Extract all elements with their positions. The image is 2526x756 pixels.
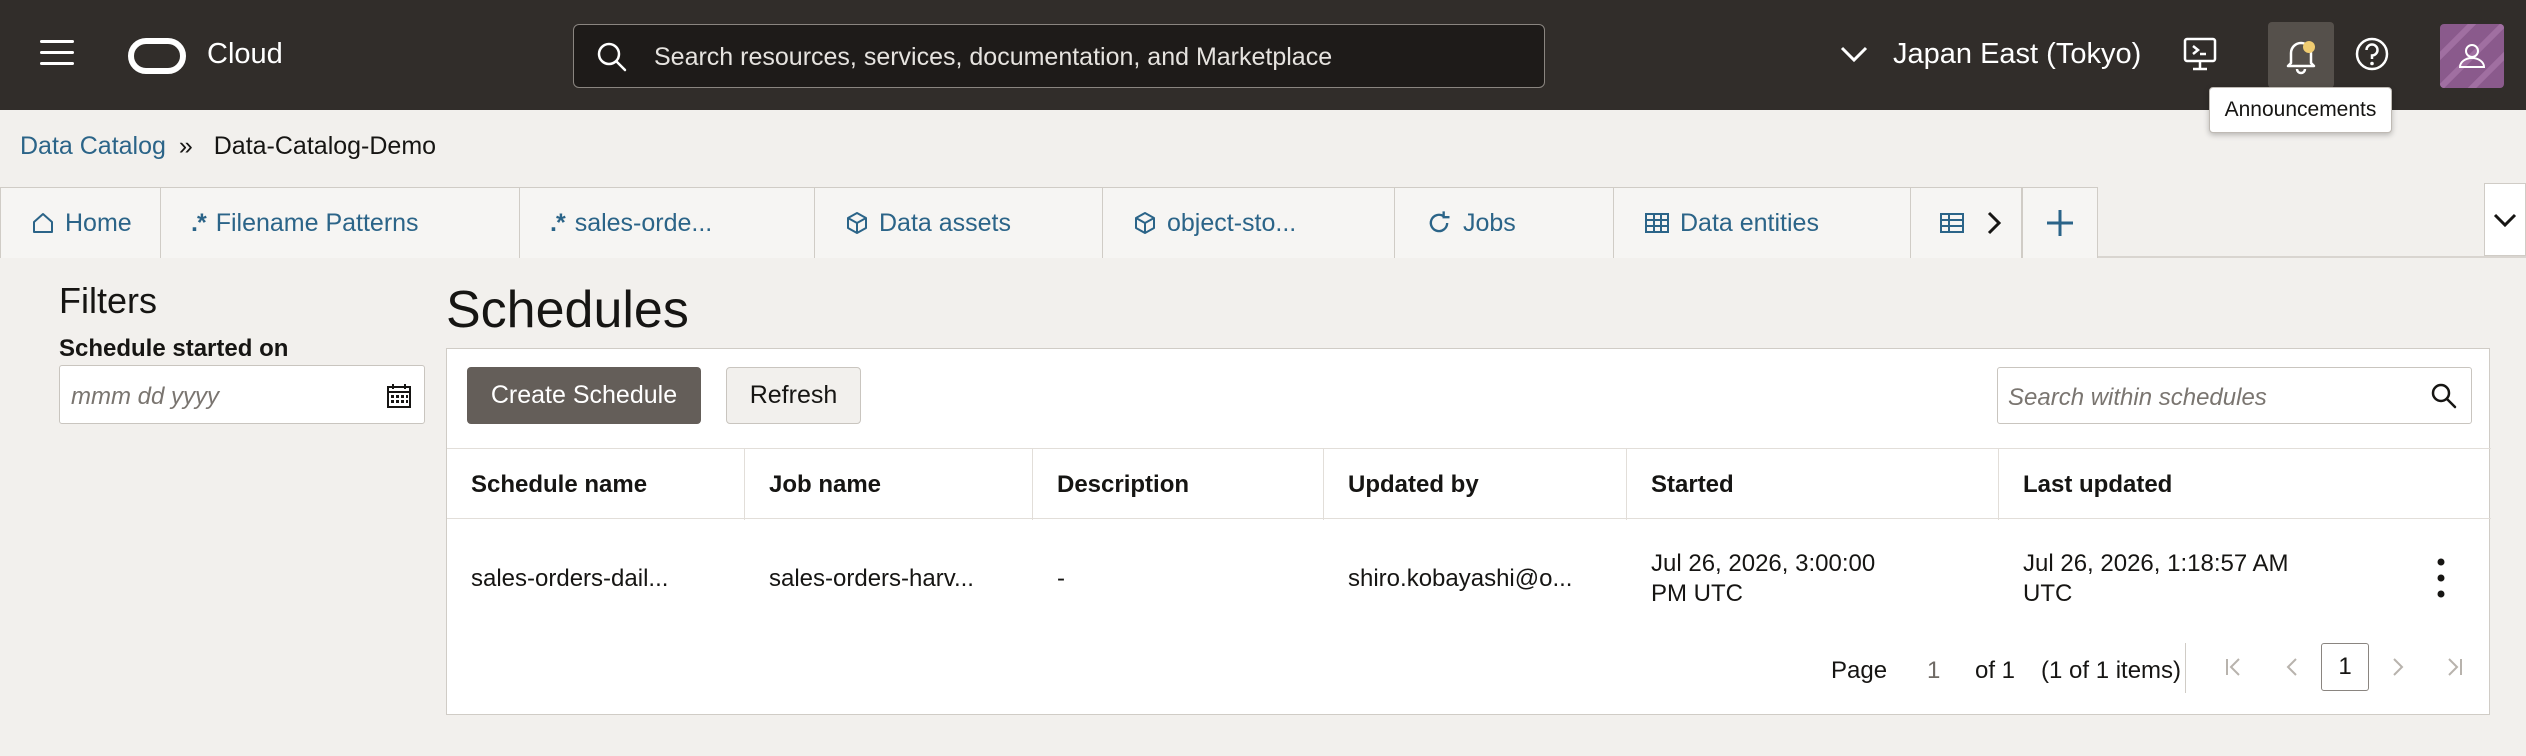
add-tab-button[interactable] bbox=[2022, 187, 2098, 258]
column-header-description[interactable]: Description bbox=[1033, 449, 1324, 520]
home-icon bbox=[33, 213, 53, 233]
schedules-search-input[interactable]: Search within schedules bbox=[1997, 367, 2472, 424]
column-header-last-updated[interactable]: Last updated bbox=[1999, 449, 2491, 520]
schedules-search-placeholder: Search within schedules bbox=[2008, 384, 2267, 411]
cell-description: - bbox=[1057, 564, 1065, 592]
announcements-button[interactable] bbox=[2268, 22, 2334, 88]
tab-label: Filename Patterns bbox=[215, 208, 419, 237]
global-search-input[interactable]: Search resources, services, documentatio… bbox=[573, 24, 1545, 88]
last-page-icon[interactable] bbox=[2443, 655, 2465, 679]
schedule-started-date-input[interactable]: mmm dd yyyy bbox=[59, 365, 425, 424]
page-title: Schedules bbox=[446, 281, 689, 339]
tab-sales-orders[interactable]: .* sales-orde... bbox=[519, 187, 815, 258]
page-number-button[interactable]: 1 bbox=[2321, 643, 2369, 691]
tab-data-assets[interactable]: Data assets bbox=[814, 187, 1103, 258]
column-header-job-name[interactable]: Job name bbox=[745, 449, 1033, 520]
cell-job-name[interactable]: sales-orders-harv... bbox=[745, 520, 1033, 637]
logo-text[interactable]: Cloud bbox=[207, 38, 283, 71]
pagination: Page 1 of 1 (1 of 1 items) 1 bbox=[447, 639, 2491, 699]
tab-home[interactable]: Home bbox=[0, 187, 161, 258]
page-total: of 1 bbox=[1975, 657, 2016, 684]
tab-overflow[interactable] bbox=[1910, 187, 2022, 258]
create-schedule-button[interactable]: Create Schedule bbox=[467, 367, 701, 424]
column-header-schedule-name[interactable]: Schedule name bbox=[447, 449, 745, 520]
column-header-started[interactable]: Started bbox=[1627, 449, 1999, 520]
calendar-icon[interactable] bbox=[386, 383, 412, 409]
tab-label: Home bbox=[65, 208, 132, 237]
cube-icon bbox=[847, 212, 867, 234]
pager-divider bbox=[2185, 643, 2186, 693]
top-navigation-bar: Cloud Search resources, services, docume… bbox=[0, 0, 2526, 110]
cloud-shell-icon[interactable] bbox=[2178, 32, 2222, 76]
oracle-logo-icon[interactable] bbox=[128, 38, 186, 74]
cell-started: Jul 26, 2026, 3:00:00 PM UTC bbox=[1651, 549, 1876, 607]
table-icon bbox=[1645, 213, 1669, 233]
chevron-down-icon[interactable] bbox=[1838, 42, 1870, 66]
filters-heading: Filters bbox=[59, 280, 157, 321]
breadcrumb-current: Data-Catalog-Demo bbox=[213, 132, 437, 160]
region-selector[interactable]: Japan East (Tokyo) bbox=[1893, 38, 2141, 71]
global-search-placeholder: Search resources, services, documentatio… bbox=[654, 43, 1333, 71]
search-icon[interactable] bbox=[2430, 382, 2458, 410]
cell-schedule-name[interactable]: sales-orders-dail... bbox=[447, 520, 745, 637]
table-row: sales-orders-dail... sales-orders-harv..… bbox=[447, 520, 2491, 637]
tab-label: sales-orde... bbox=[574, 208, 713, 237]
tab-label: Jobs bbox=[1463, 208, 1516, 237]
tab-jobs[interactable]: Jobs bbox=[1394, 187, 1614, 258]
previous-page-icon[interactable] bbox=[2281, 655, 2303, 679]
page-label: Page bbox=[1831, 657, 1888, 684]
user-icon bbox=[2440, 24, 2504, 88]
first-page-icon[interactable] bbox=[2223, 655, 2245, 679]
tab-label: object-sto... bbox=[1167, 208, 1297, 237]
announcements-tooltip: Announcements bbox=[2209, 87, 2392, 133]
items-count: (1 of 1 items) bbox=[2041, 657, 2182, 684]
tab-bar: Home .* Filename Patterns .* sales-orde.… bbox=[0, 187, 2526, 258]
schedule-started-label: Schedule started on bbox=[59, 335, 289, 362]
schedules-panel: Create Schedule Refresh Search within sc… bbox=[446, 348, 2491, 715]
chevron-right-icon[interactable] bbox=[1983, 210, 2005, 236]
help-icon[interactable] bbox=[2350, 32, 2394, 76]
menu-icon[interactable] bbox=[40, 40, 74, 70]
current-page-input[interactable]: 1 bbox=[1927, 657, 1940, 685]
tab-label: Data assets bbox=[879, 208, 1012, 237]
table-icon bbox=[1940, 213, 1964, 233]
cell-updated-by: shiro.kobayashi@o... bbox=[1348, 564, 1573, 592]
tab-label: Data entities bbox=[1680, 208, 1819, 237]
refresh-button[interactable]: Refresh bbox=[726, 367, 861, 424]
row-actions-kebab-icon[interactable] bbox=[2429, 556, 2453, 600]
bell-icon bbox=[2286, 41, 2316, 75]
tab-object-storage[interactable]: object-sto... bbox=[1102, 187, 1395, 258]
tab-data-entities[interactable]: Data entities bbox=[1613, 187, 1911, 258]
regex-icon: .* bbox=[191, 208, 207, 237]
tabs-menu-button[interactable] bbox=[2484, 183, 2526, 256]
breadcrumb: Data Catalog » Data-Catalog-Demo bbox=[20, 132, 436, 161]
column-header-updated-by[interactable]: Updated by bbox=[1324, 449, 1627, 520]
user-avatar[interactable] bbox=[2440, 24, 2504, 88]
table-header: Schedule name Job name Description Updat… bbox=[447, 448, 2491, 520]
refresh-icon bbox=[1429, 211, 1450, 233]
plus-icon bbox=[2047, 210, 2073, 236]
cube-icon bbox=[1135, 212, 1155, 234]
cell-last-updated: Jul 26, 2026, 1:18:57 AM UTC bbox=[2023, 549, 2289, 607]
breadcrumb-separator: » bbox=[178, 132, 193, 160]
breadcrumb-data-catalog-link[interactable]: Data Catalog bbox=[20, 132, 166, 160]
tab-filename-patterns[interactable]: .* Filename Patterns bbox=[160, 187, 520, 258]
search-icon bbox=[597, 42, 627, 72]
next-page-icon[interactable] bbox=[2387, 655, 2409, 679]
chevron-down-icon bbox=[2493, 213, 2517, 227]
regex-icon: .* bbox=[550, 208, 566, 237]
date-placeholder: mmm dd yyyy bbox=[71, 383, 220, 410]
